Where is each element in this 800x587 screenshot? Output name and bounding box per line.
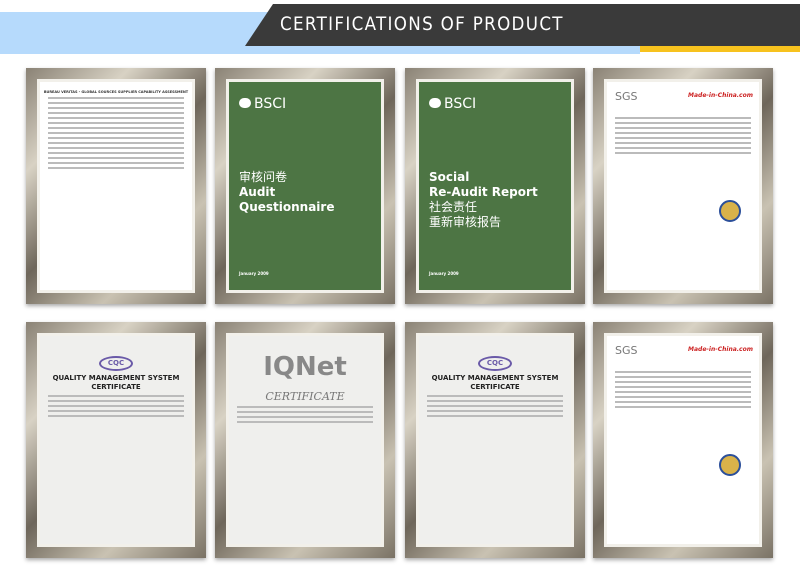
text-line [48, 400, 184, 402]
text-line [237, 416, 373, 418]
social-cn1: 社会责任 [429, 200, 478, 214]
text-line [237, 411, 373, 413]
text-line [615, 381, 751, 383]
text-line [48, 162, 184, 164]
seal-icon [719, 454, 741, 476]
cqc-line2: CERTIFICATE [91, 383, 141, 391]
cqc2-line2: CERTIFICATE [470, 383, 520, 391]
certificate-document: SGS Made-in-China.com [604, 79, 762, 293]
cqc-logo: CQC [478, 356, 512, 371]
certificate-frame-cqc-2[interactable]: CQC QUALITY MANAGEMENT SYSTEM CERTIFICAT… [405, 322, 585, 558]
text-line [48, 142, 184, 144]
cqc2-line1: QUALITY MANAGEMENT SYSTEM [431, 374, 559, 382]
text-line [615, 401, 751, 403]
certificate-document: BSCI 审核问卷 Audit Questionnaire January 2009 [226, 79, 384, 293]
audit-cn: 审核问卷 [239, 170, 288, 184]
certificate-frame-sca[interactable]: BUREAU VERITAS - GLOBAL SOURCES SUPPLIER… [26, 68, 206, 304]
certificate-document: BSCI Social Re-Audit Report 社会责任 重新审核报告 Jan… [416, 79, 574, 293]
social-en2: Re-Audit Report [429, 185, 538, 199]
text-line [48, 127, 184, 129]
text-line [48, 410, 184, 412]
text-line [48, 112, 184, 114]
text-line [615, 127, 751, 129]
sca-heading: BUREAU VERITAS - GLOBAL SOURCES SUPPLIER… [43, 90, 189, 94]
text-line [615, 132, 751, 134]
cqc-line1: QUALITY MANAGEMENT SYSTEM [52, 374, 180, 382]
text-line [237, 406, 373, 408]
text-line [48, 97, 184, 99]
sgs-logo: SGS [615, 344, 638, 357]
certificate-frame-social-reaudit[interactable]: BSCI Social Re-Audit Report 社会责任 重新审核报告 Jan… [405, 68, 585, 304]
text-line [48, 415, 184, 417]
text-line [48, 117, 184, 119]
page-title: CERTIFICATIONS OF PRODUCT [280, 13, 564, 35]
certificate-frame-sgs-1[interactable]: SGS Made-in-China.com [593, 68, 773, 304]
text-line [48, 147, 184, 149]
audit-title-block: 审核问卷 Audit Questionnaire [239, 170, 334, 215]
text-line [615, 117, 751, 119]
certificate-document: CQC QUALITY MANAGEMENT SYSTEM CERTIFICAT… [37, 333, 195, 547]
text-line [615, 386, 751, 388]
text-line [615, 122, 751, 124]
text-line [48, 395, 184, 397]
bsci-logo: BSCI [429, 96, 476, 112]
iqnet-logo: IQNet [263, 352, 347, 382]
text-line [615, 391, 751, 393]
certificate-frame-iqnet[interactable]: IQNet CERTIFICATE [215, 322, 395, 558]
iqnet-title: CERTIFICATE [265, 390, 345, 403]
text-line [48, 122, 184, 124]
text-line [48, 157, 184, 159]
text-line [48, 152, 184, 154]
text-line [427, 415, 563, 417]
certificate-document: CQC QUALITY MANAGEMENT SYSTEM CERTIFICAT… [416, 333, 574, 547]
social-date: January 2009 [429, 271, 459, 276]
text-line [427, 395, 563, 397]
certificate-document: IQNet CERTIFICATE [226, 333, 384, 547]
text-line [615, 147, 751, 149]
sgs-logo: SGS [615, 90, 638, 103]
text-line [48, 137, 184, 139]
certificate-frame-sgs-2[interactable]: SGS Made-in-China.com [593, 322, 773, 558]
bsci-logo: BSCI [239, 96, 286, 112]
certificate-document: BUREAU VERITAS - GLOBAL SOURCES SUPPLIER… [37, 79, 195, 293]
certificate-document: SGS Made-in-China.com [604, 333, 762, 547]
social-en1: Social [429, 170, 470, 184]
certificate-frame-cqc-1[interactable]: CQC QUALITY MANAGEMENT SYSTEM CERTIFICAT… [26, 322, 206, 558]
text-line [615, 371, 751, 373]
text-line [427, 400, 563, 402]
made-in-china-logo: Made-in-China.com [688, 92, 753, 99]
text-line [615, 152, 751, 154]
certificate-frame-audit-questionnaire[interactable]: BSCI 审核问卷 Audit Questionnaire January 2009 [215, 68, 395, 304]
audit-en2: Questionnaire [239, 200, 335, 214]
social-cn2: 重新审核报告 [429, 215, 502, 229]
text-line [48, 132, 184, 134]
text-line [48, 167, 184, 169]
text-line [615, 396, 751, 398]
audit-date: January 2009 [239, 271, 269, 276]
cqc-logo: CQC [99, 356, 133, 371]
text-line [615, 406, 751, 408]
text-line [615, 376, 751, 378]
made-in-china-logo: Made-in-China.com [688, 346, 753, 353]
audit-en1: Audit [239, 185, 276, 199]
text-line [48, 107, 184, 109]
text-line [427, 405, 563, 407]
text-line [48, 405, 184, 407]
social-title-block: Social Re-Audit Report 社会责任 重新审核报告 [429, 170, 538, 230]
seal-icon [719, 200, 741, 222]
text-line [615, 142, 751, 144]
text-line [615, 137, 751, 139]
text-line [237, 421, 373, 423]
text-line [427, 410, 563, 412]
text-line [48, 102, 184, 104]
